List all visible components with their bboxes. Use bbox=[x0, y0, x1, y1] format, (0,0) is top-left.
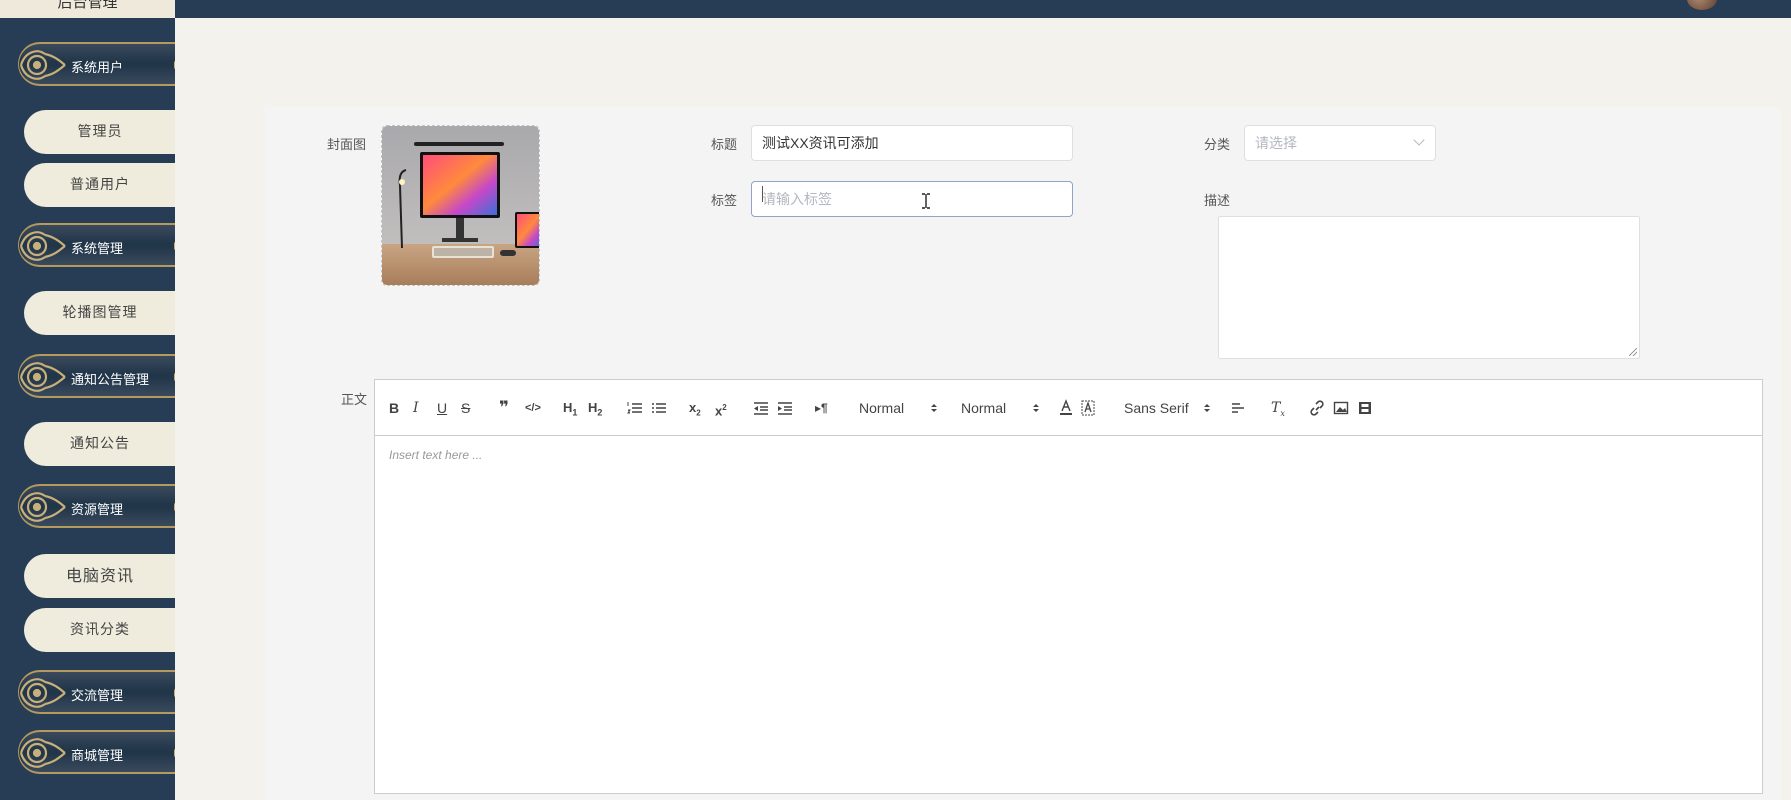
sidebar-item-computer-news[interactable]: 电脑资讯 bbox=[24, 554, 175, 598]
cover-label: 封面图 bbox=[327, 138, 367, 153]
notch-decoration bbox=[174, 502, 175, 512]
rich-text-editor[interactable]: B I U S ❞ </> H1 H2 x2 x2 ▸¶ Normal Norm… bbox=[374, 379, 1763, 794]
font-picker-value: Sans Serif bbox=[1124, 400, 1189, 416]
category-placeholder: 请选择 bbox=[1255, 135, 1297, 151]
chevron-down-icon bbox=[1413, 134, 1425, 146]
sidebar-group-label: 商城管理 bbox=[71, 749, 124, 764]
title-input[interactable]: 测试XX资讯可添加 bbox=[751, 125, 1073, 161]
sidebar-group-resource-management[interactable]: 资源管理 bbox=[18, 484, 175, 528]
bullet-list-icon[interactable] bbox=[651, 398, 667, 418]
image-icon[interactable] bbox=[1333, 398, 1349, 418]
user-avatar-icon[interactable] bbox=[1687, 0, 1717, 10]
brand-title: 后台管理 bbox=[0, 0, 175, 18]
ornament-icon bbox=[19, 678, 66, 708]
superscript-icon[interactable]: x2 bbox=[715, 398, 727, 418]
ornament-icon bbox=[19, 50, 66, 80]
sidebar-group-label: 通知公告管理 bbox=[71, 373, 150, 388]
ibeam-cursor-icon bbox=[922, 193, 930, 209]
cover-image bbox=[382, 126, 539, 285]
h2-icon[interactable]: H2 bbox=[588, 398, 602, 418]
notch-decoration bbox=[174, 688, 175, 698]
code-block-icon[interactable]: </> bbox=[525, 398, 541, 418]
video-icon[interactable] bbox=[1357, 398, 1373, 418]
sidebar-group-label: 系统管理 bbox=[71, 242, 124, 257]
ornament-icon bbox=[19, 231, 66, 261]
tags-placeholder: 请输入标签 bbox=[762, 191, 832, 207]
sidebar-item-admin[interactable]: 管理员 bbox=[24, 110, 175, 154]
picker-arrows-icon bbox=[1033, 404, 1039, 412]
sidebar-group-label: 资源管理 bbox=[71, 503, 124, 518]
picker-arrows-icon bbox=[931, 404, 937, 412]
rtl-icon[interactable]: ▸¶ bbox=[815, 398, 828, 418]
notch-decoration bbox=[174, 748, 175, 758]
ornament-icon bbox=[19, 362, 66, 392]
top-bar: 后台管理 bbox=[0, 0, 1791, 18]
bold-icon[interactable]: B bbox=[389, 398, 399, 418]
category-label: 分类 bbox=[1204, 138, 1231, 153]
size-picker[interactable]: Normal bbox=[961, 398, 1039, 418]
sidebar-item-notice[interactable]: 通知公告 bbox=[24, 422, 175, 466]
sidebar-group-system-users[interactable]: 系统用户 bbox=[18, 42, 175, 86]
underline-icon[interactable]: U bbox=[437, 398, 447, 418]
title-label: 标题 bbox=[711, 138, 738, 153]
resize-handle-icon[interactable] bbox=[1629, 348, 1637, 356]
background-icon[interactable] bbox=[1081, 398, 1095, 418]
italic-icon[interactable]: I bbox=[413, 398, 419, 418]
sidebar-group-mall-management[interactable]: 商城管理 bbox=[18, 730, 175, 774]
text-caret bbox=[762, 186, 763, 202]
ornament-icon bbox=[19, 738, 66, 768]
link-icon[interactable] bbox=[1309, 398, 1325, 418]
sidebar-item-carousel[interactable]: 轮播图管理 bbox=[24, 291, 175, 335]
editor-toolbar: B I U S ❞ </> H1 H2 x2 x2 ▸¶ Normal Norm… bbox=[375, 380, 1762, 436]
sidebar-item-normal-user[interactable]: 普通用户 bbox=[24, 163, 175, 207]
blockquote-icon[interactable]: ❞ bbox=[499, 398, 509, 418]
picker-arrows-icon bbox=[1204, 404, 1210, 412]
notch-decoration bbox=[174, 372, 175, 382]
font-picker[interactable]: Sans Serif bbox=[1124, 398, 1210, 418]
sidebar-group-notice-management[interactable]: 通知公告管理 bbox=[18, 354, 175, 398]
notch-decoration bbox=[174, 241, 175, 251]
align-icon[interactable] bbox=[1231, 398, 1245, 418]
outdent-icon[interactable] bbox=[753, 398, 769, 418]
cover-image-upload[interactable] bbox=[381, 125, 540, 286]
description-label: 描述 bbox=[1204, 194, 1231, 209]
subscript-icon[interactable]: x2 bbox=[689, 398, 701, 418]
color-icon[interactable] bbox=[1059, 398, 1073, 418]
strike-icon[interactable]: S bbox=[461, 398, 470, 418]
category-select[interactable]: 请选择 bbox=[1244, 125, 1436, 161]
description-textarea[interactable] bbox=[1218, 216, 1640, 359]
notch-decoration bbox=[174, 60, 175, 70]
indent-icon[interactable] bbox=[777, 398, 793, 418]
sidebar: 系统用户 管理员 普通用户 系统管理 轮播图管理 通知公告管理 通知公告 资源管… bbox=[0, 18, 175, 800]
sidebar-item-news-category[interactable]: 资讯分类 bbox=[24, 608, 175, 652]
h1-icon[interactable]: H1 bbox=[563, 398, 577, 418]
sidebar-group-label: 系统用户 bbox=[71, 61, 124, 76]
header-picker[interactable]: Normal bbox=[859, 398, 937, 418]
sidebar-group-system-management[interactable]: 系统管理 bbox=[18, 223, 175, 267]
tags-input[interactable]: 请输入标签 bbox=[751, 181, 1073, 217]
size-picker-value: Normal bbox=[961, 400, 1007, 416]
sidebar-group-exchange-management[interactable]: 交流管理 bbox=[18, 670, 175, 714]
sidebar-group-label: 交流管理 bbox=[71, 689, 124, 704]
ordered-list-icon[interactable] bbox=[627, 398, 643, 418]
editor-placeholder: Insert text here ... bbox=[389, 448, 483, 462]
ornament-icon bbox=[19, 492, 66, 522]
header-picker-value: Normal bbox=[859, 400, 905, 416]
body-label: 正文 bbox=[341, 393, 368, 408]
clean-icon[interactable]: Tx bbox=[1271, 398, 1285, 418]
tags-label: 标签 bbox=[711, 194, 738, 209]
